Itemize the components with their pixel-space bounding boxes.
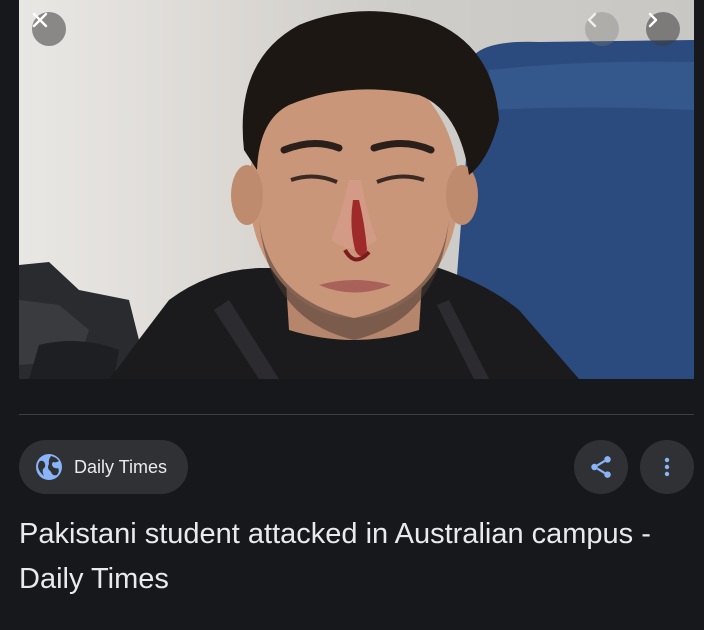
globe-icon xyxy=(36,454,62,480)
next-image-button[interactable] xyxy=(646,12,680,46)
close-icon xyxy=(32,12,48,28)
source-name: Daily Times xyxy=(74,456,168,477)
close-button[interactable] xyxy=(32,12,66,46)
previous-image-button[interactable] xyxy=(585,12,619,46)
result-title[interactable]: Pakistani student attacked in Australian… xyxy=(19,512,689,602)
share-button[interactable] xyxy=(574,440,628,494)
preview-image-art xyxy=(19,11,694,379)
divider xyxy=(19,414,694,415)
more-vert-icon xyxy=(664,457,670,477)
more-options-button[interactable] xyxy=(640,440,694,494)
preview-image[interactable] xyxy=(19,0,694,379)
chevron-right-icon xyxy=(648,12,658,28)
source-link[interactable]: Daily Times xyxy=(19,440,188,494)
chevron-left-icon xyxy=(587,12,597,28)
share-icon xyxy=(591,456,611,478)
